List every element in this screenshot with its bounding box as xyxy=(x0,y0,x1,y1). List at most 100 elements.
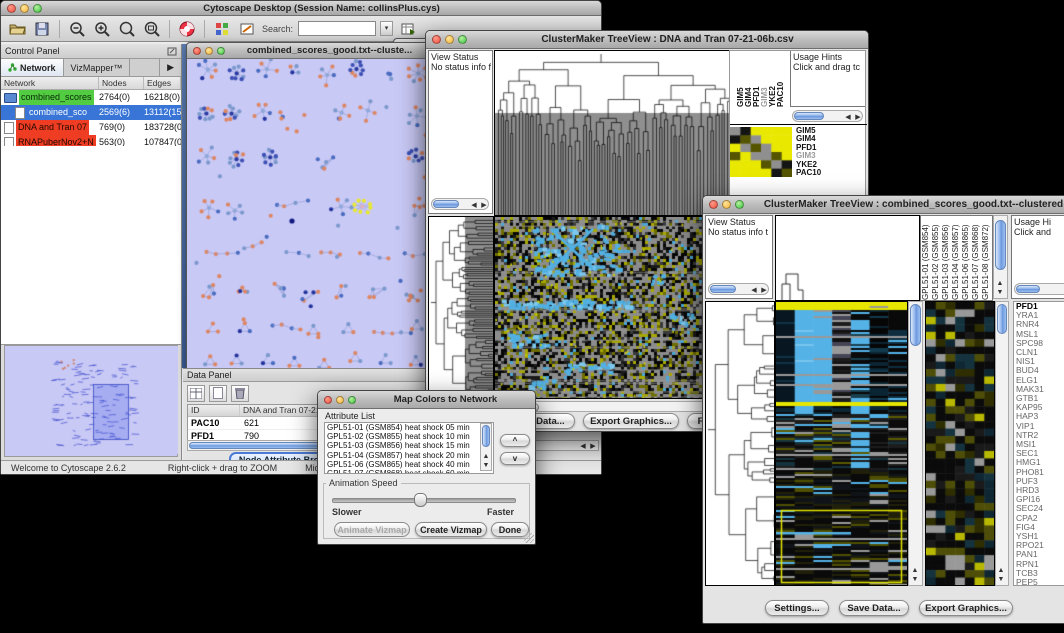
close-button[interactable] xyxy=(709,200,718,209)
import-table-icon[interactable] xyxy=(398,19,418,39)
create-vizmap-button[interactable]: Create Vizmap xyxy=(415,522,487,537)
tv1-view-status: View Status No status info f ◀ ▶ xyxy=(428,50,493,214)
attribute-item[interactable]: GPL51-04 (GSM857) heat shock 20 min xyxy=(325,451,493,460)
cell-id: PAC10 xyxy=(188,417,240,429)
search-input[interactable] xyxy=(298,21,376,36)
dialog-titlebar[interactable]: Map Colors to Network xyxy=(318,391,535,409)
float-panel-icon[interactable] xyxy=(167,47,177,56)
close-button[interactable] xyxy=(324,396,332,404)
zoom-button[interactable] xyxy=(458,35,467,44)
tab-vizmapper[interactable]: VizMapper™ xyxy=(64,59,131,76)
network-list-empty-area[interactable] xyxy=(1,146,181,345)
animate-vizmap-button[interactable]: Animate Vizmap xyxy=(334,522,410,537)
help-lifesaver-icon[interactable] xyxy=(177,19,197,39)
tv2-settings-button[interactable]: Settings... xyxy=(765,600,829,616)
usage-hints-hscrollbar[interactable] xyxy=(1014,283,1064,295)
attribute-item[interactable]: GPL51-06 (GSM865) heat shock 40 min xyxy=(325,460,493,469)
vizmapper-squares-icon[interactable] xyxy=(212,19,232,39)
array-label: GPL51-07 (GSM868) xyxy=(971,216,981,300)
zoom-button[interactable] xyxy=(33,4,42,13)
attribute-list-vscrollbar[interactable]: ▲ ▼ xyxy=(480,423,492,471)
view-status-hscrollbar[interactable]: ◀ ▶ xyxy=(708,283,769,295)
minimize-button[interactable] xyxy=(445,35,454,44)
new-page-icon[interactable] xyxy=(209,385,227,402)
close-button[interactable] xyxy=(7,4,16,13)
tv2-row-dendrogram[interactable] xyxy=(705,301,775,586)
table-icon[interactable] xyxy=(187,385,205,402)
network-table-header[interactable]: Network Nodes Edges xyxy=(1,77,181,90)
minimize-button[interactable] xyxy=(336,396,344,404)
tv1-zoom-heatmap[interactable] xyxy=(730,127,792,177)
minimize-button[interactable] xyxy=(722,200,731,209)
tv2-titlebar[interactable]: ClusterMaker TreeView : combined_scores_… xyxy=(703,196,1064,214)
zoom-in-icon[interactable] xyxy=(92,19,112,39)
search-dropdown-arrow[interactable]: ▾ xyxy=(380,21,393,36)
tv2-labels-vscrollbar[interactable]: ▲ ▼ xyxy=(993,215,1008,299)
view-status-hscrollbar[interactable]: ◀ ▶ xyxy=(431,198,489,210)
search-label: Search: xyxy=(262,24,293,34)
close-button[interactable] xyxy=(432,35,441,44)
attribute-item[interactable]: GPL51-03 (GSM856) heat shock 15 min xyxy=(325,441,493,450)
close-button[interactable] xyxy=(193,47,201,55)
network-name: combined_sco xyxy=(27,105,89,120)
save-icon[interactable] xyxy=(32,19,52,39)
attribute-item[interactable]: GPL51-01 (GSM854) heat shock 05 min xyxy=(325,423,493,432)
minimize-button[interactable] xyxy=(205,47,213,55)
tv1-titlebar[interactable]: ClusterMaker TreeView : DNA and Tran 07-… xyxy=(426,31,868,49)
tv2-usage-hints: Usage Hi Click and xyxy=(1011,215,1064,299)
trash-icon[interactable] xyxy=(231,385,249,402)
network-edges-count: 13112(15) xyxy=(144,105,181,120)
annotation-page-icon[interactable] xyxy=(237,19,257,39)
zoom-button[interactable] xyxy=(735,200,744,209)
network-overview-canvas[interactable] xyxy=(5,346,178,454)
move-up-button[interactable]: ^ xyxy=(500,434,530,447)
network-list-row[interactable]: combined_scores2764(0)16218(0) xyxy=(1,90,181,105)
chevron-right-icon: ▶ xyxy=(167,62,174,73)
animation-slider-thumb[interactable] xyxy=(414,493,427,507)
tv1-gene-labels: GIM5GIM4PFD1GIM3YKE2PAC10 xyxy=(796,127,821,177)
zoom-fit-icon[interactable] xyxy=(142,19,162,39)
minimize-button[interactable] xyxy=(20,4,29,13)
attribute-list[interactable]: GPL51-01 (GSM854) heat shock 05 minGPL51… xyxy=(324,422,494,474)
network-overview-panel[interactable] xyxy=(4,345,178,457)
array-label: GPL51-03 (GSM856) xyxy=(941,216,951,300)
tab-network[interactable]: Network xyxy=(1,59,64,76)
tv2-column-dendrogram[interactable] xyxy=(775,215,920,301)
network-view-window-1[interactable]: combined_scores_good.txt--cluste... xyxy=(186,42,435,375)
tv1-column-dendrogram[interactable] xyxy=(494,50,736,216)
tv1-title: ClusterMaker TreeView : DNA and Tran 07-… xyxy=(467,34,868,45)
attribute-item[interactable]: GPL51-07 (GSM868) heat shock 60 min xyxy=(325,469,493,474)
tv2-heatmap-vscrollbar[interactable]: ▲ ▼ xyxy=(908,301,923,586)
zoom-button[interactable] xyxy=(217,47,225,55)
tv1-row-dendrogram[interactable] xyxy=(428,216,494,399)
resize-grip[interactable] xyxy=(524,533,534,543)
status-zoom-hint: Right-click + drag to ZOOM xyxy=(168,463,277,473)
tab-overflow-button[interactable]: ▶ xyxy=(159,59,181,76)
tv2-save-data-button[interactable]: Save Data... xyxy=(839,600,909,616)
tv1-zoom-hscrollbar[interactable]: ◀ ▶ xyxy=(792,110,863,122)
tv2-genelist-vscrollbar[interactable]: ▲ ▼ xyxy=(995,301,1009,586)
tv1-export-graphics-button[interactable]: Export Graphics... xyxy=(583,413,679,429)
array-label: YKE2 xyxy=(768,51,776,107)
tv1-heatmap[interactable] xyxy=(494,216,718,399)
main-titlebar[interactable]: Cytoscape Desktop (Session Name: collins… xyxy=(1,1,601,16)
network-nodes-count: 2764(0) xyxy=(99,90,144,105)
network-list-row[interactable]: combined_sco2569(6)13112(15) xyxy=(1,105,181,120)
zoom-button[interactable] xyxy=(348,396,356,404)
tv2-heatmap[interactable] xyxy=(775,301,908,586)
move-down-button[interactable]: v xyxy=(500,452,530,465)
open-folder-icon[interactable] xyxy=(7,19,27,39)
tv2-export-graphics-button[interactable]: Export Graphics... xyxy=(919,600,1013,616)
tv2-zoom-heatmap[interactable] xyxy=(925,301,995,586)
tv2-gene-labels[interactable]: PFD1YRA1RNR4MSL1SPC98CLN1NIS1BUD4ELG1MAK… xyxy=(1013,301,1064,586)
attribute-item[interactable]: GPL51-02 (GSM855) heat shock 10 min xyxy=(325,432,493,441)
network-list-row[interactable]: DNA and Tran 07769(0)183728(0) xyxy=(1,120,181,135)
zoom-selected-icon[interactable] xyxy=(117,19,137,39)
tv1-array-labels: GIM5GIM4PFD1GIM3YKE2PAC10 xyxy=(736,51,786,107)
network-canvas[interactable] xyxy=(187,59,432,373)
zoom-out-icon[interactable] xyxy=(67,19,87,39)
tv2-array-labels: GPL51-01 (GSM854)GPL51-02 (GSM855)GPL51-… xyxy=(920,215,993,301)
treeview-window-combined: ClusterMaker TreeView : combined_scores_… xyxy=(702,195,1064,624)
network-edges-count: 183728(0) xyxy=(144,120,181,135)
tab-vizmapper-label: VizMapper™ xyxy=(71,63,123,73)
